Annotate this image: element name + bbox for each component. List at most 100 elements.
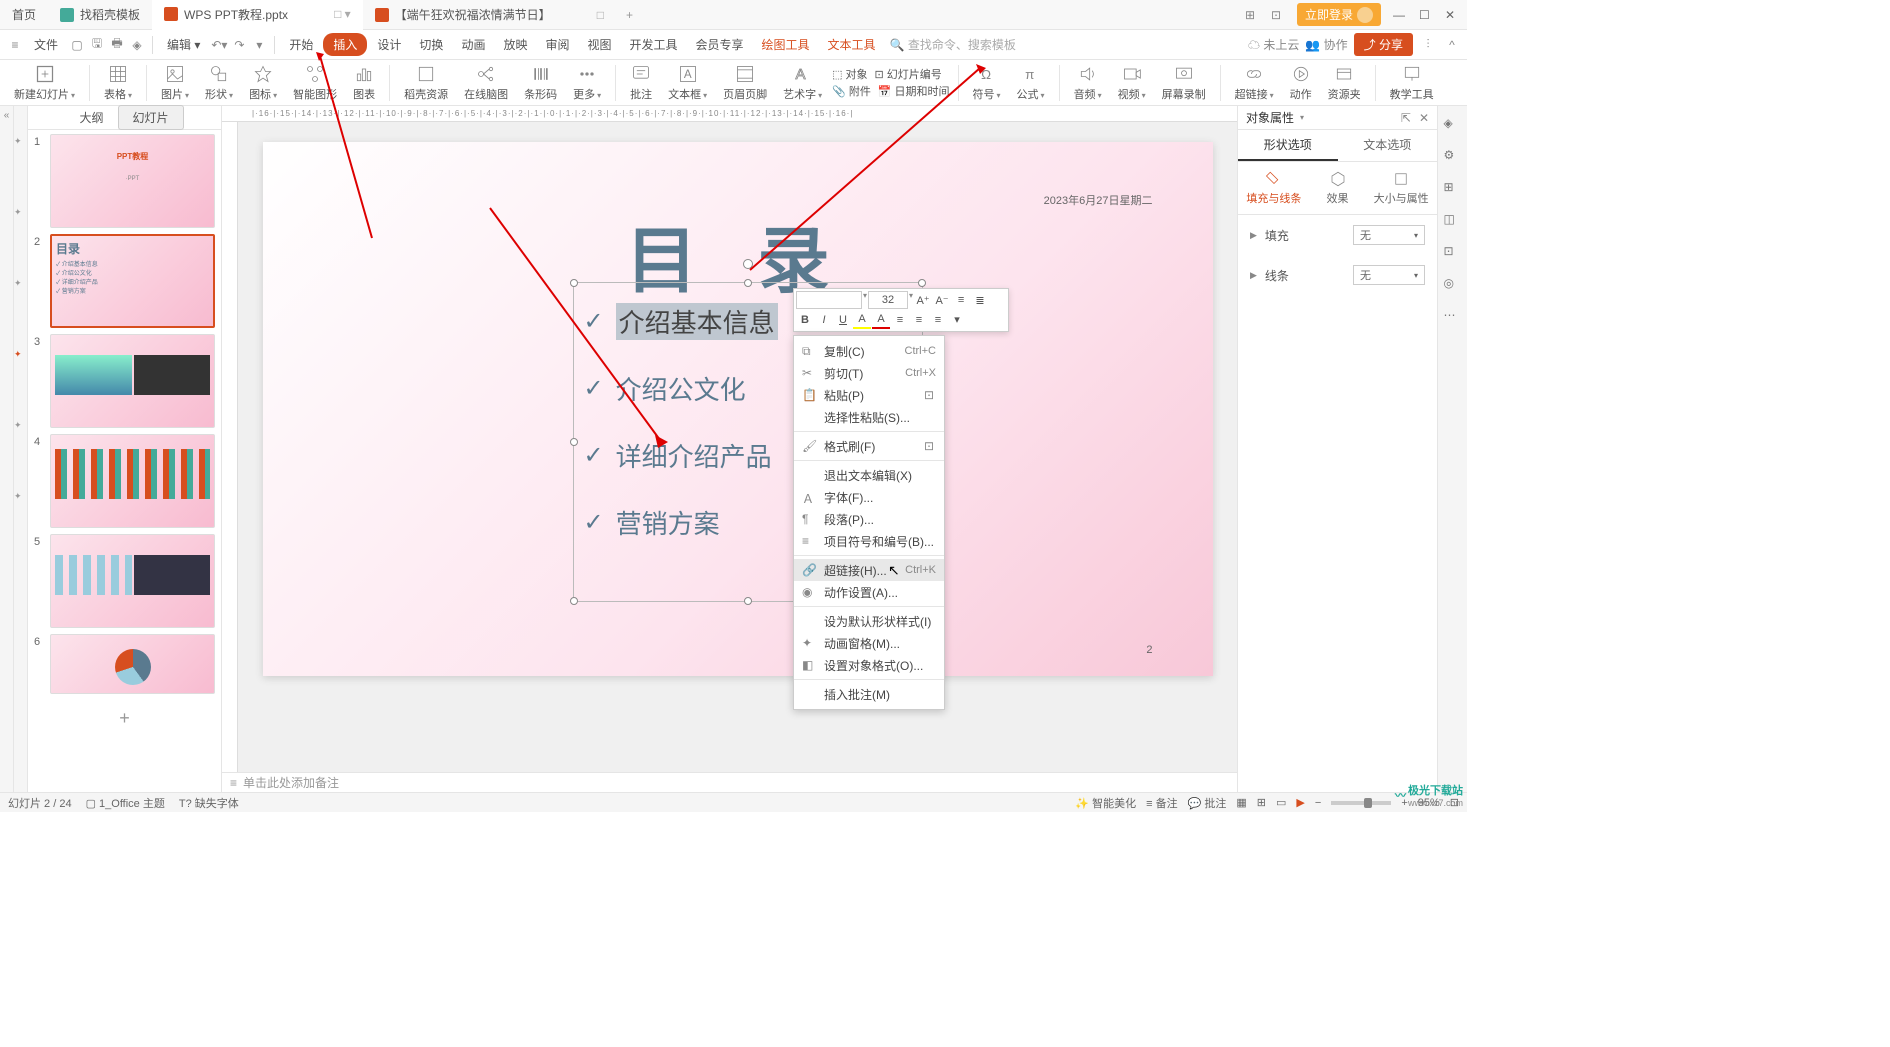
star-icon[interactable]: ✦	[14, 278, 27, 289]
rotate-handle[interactable]	[743, 259, 753, 269]
rp-tab-text[interactable]: 文本选项	[1338, 130, 1438, 161]
rp-close-icon[interactable]: ✕	[1419, 111, 1429, 125]
ctx-exit-text-edit[interactable]: 退出文本编辑(X)	[794, 464, 944, 486]
mini-list[interactable]: ≡	[952, 291, 970, 309]
rp-subtab-fill[interactable]: 填充与线条	[1242, 170, 1306, 206]
canvas-scroll[interactable]: 2023年6月27日星期二 目 录 2 ✓介绍基本	[238, 122, 1237, 772]
sb-zoom-out[interactable]: −	[1315, 797, 1321, 809]
ribbon-smartart[interactable]: 智能图形	[287, 62, 343, 104]
share-button[interactable]: ⤴ 分享	[1354, 33, 1413, 56]
font-size-select[interactable]: 32	[868, 291, 908, 309]
ribbon-header-footer[interactable]: 页眉页脚	[717, 62, 773, 104]
font-grow[interactable]: A⁺	[914, 291, 932, 309]
tab-templates[interactable]: 找稻壳模板	[48, 0, 152, 30]
ribbon-slide-number[interactable]: 幻灯片编号	[887, 66, 942, 82]
tab-member[interactable]: 会员专享	[688, 32, 752, 57]
minimize-button[interactable]: —	[1393, 8, 1407, 22]
ctx-paragraph[interactable]: ¶段落(P)...	[794, 508, 944, 530]
ribbon-new-slide[interactable]: 新建幻灯片▾	[8, 62, 81, 104]
rib-insert-icon[interactable]: ⊡	[1444, 244, 1462, 262]
font-italic[interactable]: I	[815, 311, 833, 329]
ctx-paste[interactable]: 📋粘贴(P)⊡	[794, 384, 944, 406]
tab-active-doc[interactable]: WPS PPT教程.pptx □ ▾	[152, 0, 363, 30]
mini-more[interactable]: ▾	[948, 311, 966, 329]
rib-template-icon[interactable]: ⊞	[1444, 180, 1462, 198]
sb-view-sorter[interactable]: ⊞	[1257, 796, 1266, 809]
slide-thumb-1[interactable]: 1 PPT教程·PPT	[34, 134, 215, 228]
mini-numlist[interactable]: ≣	[971, 291, 989, 309]
ribbon-teaching[interactable]: 教学工具	[1384, 62, 1440, 104]
fill-select[interactable]: 无▾	[1353, 225, 1425, 245]
ribbon-table[interactable]: 表格▾	[98, 62, 138, 104]
redo-icon[interactable]: ↷	[230, 36, 248, 54]
star-icon[interactable]: ✦	[14, 136, 27, 147]
ribbon-icons[interactable]: 图标▾	[243, 62, 283, 104]
ctx-copy[interactable]: ⧉复制(C)Ctrl+C	[794, 340, 944, 362]
tab-transition[interactable]: 切换	[411, 32, 451, 57]
align-center[interactable]: ≡	[910, 311, 928, 329]
ribbon-docer[interactable]: 稻壳资源	[398, 62, 454, 104]
ribbon-action[interactable]: 动作	[1284, 62, 1318, 104]
sb-comments[interactable]: 💬 批注	[1188, 795, 1227, 811]
tab-view[interactable]: 视图	[579, 32, 619, 57]
ctx-insert-comment[interactable]: 插入批注(M)	[794, 683, 944, 705]
ctx-animation-pane[interactable]: ✦动画窗格(M)...	[794, 632, 944, 654]
slide-thumb-2[interactable]: 2 目录✓ 介绍基本信息✓ 介绍公文化✓ 详细介绍产品✓ 营销方案	[34, 234, 215, 328]
highlight-color[interactable]: A	[853, 311, 871, 329]
sb-zoom-slider[interactable]	[1331, 801, 1391, 805]
ribbon-barcode[interactable]: 条形码	[518, 62, 563, 104]
ribbon-shapes[interactable]: 形状▾	[199, 62, 239, 104]
print-icon[interactable]: 🖶	[108, 36, 126, 54]
sidebar-collapse[interactable]: «	[0, 106, 14, 792]
tab-insert[interactable]: 插入	[323, 33, 367, 56]
sb-view-reading[interactable]: ▭	[1276, 796, 1286, 809]
tab-design[interactable]: 设计	[369, 32, 409, 57]
rib-docer-icon[interactable]: ◈	[1444, 116, 1462, 134]
sb-view-slideshow[interactable]: ▶	[1296, 796, 1304, 809]
rp-section-line[interactable]: ▶ 线条 无▾	[1238, 255, 1437, 295]
ribbon-resource[interactable]: 资源夹	[1322, 62, 1367, 104]
close-button[interactable]: ✕	[1445, 8, 1459, 22]
slide-canvas[interactable]: 2023年6月27日星期二 目 录 2 ✓介绍基本	[263, 142, 1213, 676]
font-select[interactable]	[796, 291, 862, 309]
rp-subtab-effect[interactable]: 效果	[1306, 170, 1370, 206]
resize-handle[interactable]	[744, 279, 752, 287]
ribbon-mindmap[interactable]: 在线脑图	[458, 62, 514, 104]
ribbon-chart[interactable]: 图表	[347, 62, 381, 104]
ctx-default-shape[interactable]: 设为默认形状样式(I)	[794, 610, 944, 632]
notes-bar[interactable]: ≡ 单击此处添加备注	[222, 772, 1237, 792]
sb-missing-fonts[interactable]: T? 缺失字体	[179, 795, 239, 811]
sb-theme[interactable]: ▢ 1_Office 主题	[86, 795, 165, 811]
ribbon-textbox[interactable]: A文本框▾	[662, 62, 713, 104]
star-icon[interactable]: ✦	[14, 420, 27, 431]
star-icon[interactable]: ✦	[14, 207, 27, 218]
slide-add[interactable]: +	[34, 700, 215, 737]
resize-handle[interactable]	[570, 438, 578, 446]
ribbon-audio[interactable]: 音频▾	[1068, 62, 1108, 104]
ribbon-picture[interactable]: 图片▾	[155, 62, 195, 104]
resize-handle[interactable]	[918, 279, 926, 287]
tab-doc-3[interactable]: 【端午狂欢祝福浓情满节日】 □	[363, 0, 616, 30]
rib-settings-icon[interactable]: ⚙	[1444, 148, 1462, 166]
slide-thumb-5[interactable]: 5	[34, 534, 215, 628]
ctx-format-object[interactable]: ◧设置对象格式(O)...	[794, 654, 944, 676]
ctx-hyperlink[interactable]: 🔗超链接(H)...Ctrl+K	[794, 559, 944, 581]
star-icon[interactable]: ✦	[14, 491, 27, 502]
coop-button[interactable]: 👥 协作	[1305, 36, 1347, 53]
caret-icon[interactable]: ▾	[1300, 113, 1304, 122]
sb-smart-beautify[interactable]: ✨ 智能美化	[1075, 795, 1136, 811]
align-right[interactable]: ≡	[929, 311, 947, 329]
ribbon-wordart[interactable]: A艺术字▾	[777, 62, 828, 104]
rp-tab-shape[interactable]: 形状选项	[1238, 130, 1338, 161]
tab-add[interactable]: +	[616, 8, 643, 22]
login-button[interactable]: 立即登录	[1297, 3, 1381, 26]
ctx-action-settings[interactable]: ◉动作设置(A)...	[794, 581, 944, 603]
rp-subtab-size[interactable]: 大小与属性	[1369, 170, 1433, 206]
dropdown-icon[interactable]: ▾	[250, 36, 268, 54]
menu-chevron-icon[interactable]: ^	[1443, 36, 1461, 54]
rib-anim-icon[interactable]: ◎	[1444, 276, 1462, 294]
tab-home[interactable]: 首页	[0, 0, 48, 30]
sb-notes[interactable]: ≡ 备注	[1146, 795, 1177, 811]
rib-more-icon[interactable]: ⋯	[1444, 308, 1462, 326]
font-underline[interactable]: U	[834, 311, 852, 329]
